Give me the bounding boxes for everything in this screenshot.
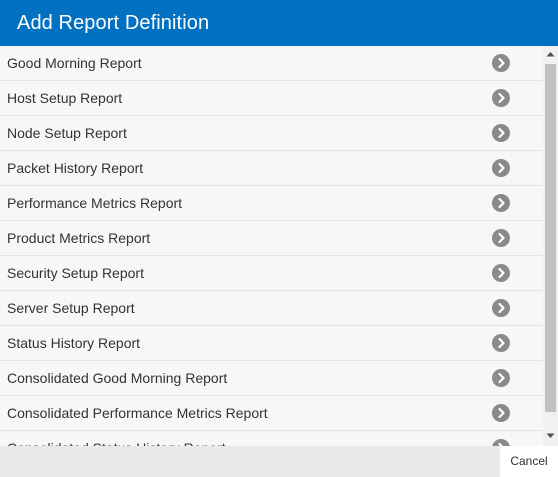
list-item-label: Packet History Report [7, 160, 144, 176]
chevron-right-circle-icon[interactable] [492, 439, 510, 446]
list-item-label: Good Morning Report [7, 55, 142, 71]
list-item-label: Consolidated Performance Metrics Report [7, 405, 268, 421]
chevron-right-circle-icon[interactable] [492, 334, 510, 352]
chevron-right-circle-icon[interactable] [492, 194, 510, 212]
dialog-header: Add Report Definition [0, 0, 558, 46]
list-item-label: Server Setup Report [7, 300, 135, 316]
list-item-label: Consolidated Good Morning Report [7, 370, 228, 386]
chevron-right-circle-icon[interactable] [492, 404, 510, 422]
list-item[interactable]: Good Morning Report [0, 46, 543, 81]
list-item[interactable]: Server Setup Report [0, 291, 543, 326]
dialog-title: Add Report Definition [17, 12, 210, 34]
list-item[interactable]: Product Metrics Report [0, 221, 543, 256]
list-item-label: Node Setup Report [7, 125, 127, 141]
list-item-label: Consolidated Status History Report [7, 431, 226, 446]
list-item-label: Security Setup Report [7, 265, 144, 281]
chevron-right-circle-icon[interactable] [492, 229, 510, 247]
list-item[interactable]: Status History Report [0, 326, 543, 361]
list-item[interactable]: Consolidated Good Morning Report [0, 361, 543, 396]
list-item-label: Performance Metrics Report [7, 195, 183, 211]
chevron-right-circle-icon[interactable] [492, 124, 510, 142]
chevron-right-circle-icon[interactable] [492, 89, 510, 107]
report-list: Good Morning Report Host Setup Report No… [0, 46, 543, 446]
dialog-footer [0, 446, 500, 477]
scrollbar-thumb[interactable] [545, 64, 556, 412]
cancel-button[interactable]: Cancel [500, 446, 558, 477]
list-item-label: Host Setup Report [7, 90, 123, 106]
list-item[interactable]: Packet History Report [0, 151, 543, 186]
list-item[interactable]: Consolidated Status History Report [0, 431, 543, 446]
list-scrollbar[interactable] [543, 46, 558, 446]
list-item-label: Product Metrics Report [7, 230, 151, 246]
chevron-right-circle-icon[interactable] [492, 369, 510, 387]
list-item[interactable]: Host Setup Report [0, 81, 543, 116]
add-report-definition-dialog: Add Report Definition Good Morning Repor… [0, 0, 558, 477]
chevron-right-circle-icon[interactable] [492, 54, 510, 72]
list-item-label: Status History Report [7, 335, 141, 351]
scroll-down-arrow-icon[interactable] [543, 430, 558, 444]
chevron-right-circle-icon[interactable] [492, 264, 510, 282]
list-item[interactable]: Security Setup Report [0, 256, 543, 291]
list-item[interactable]: Consolidated Performance Metrics Report [0, 396, 543, 431]
scroll-up-arrow-icon[interactable] [543, 48, 558, 62]
list-item[interactable]: Node Setup Report [0, 116, 543, 151]
list-item[interactable]: Performance Metrics Report [0, 186, 543, 221]
chevron-right-circle-icon[interactable] [492, 299, 510, 317]
chevron-right-circle-icon[interactable] [492, 159, 510, 177]
